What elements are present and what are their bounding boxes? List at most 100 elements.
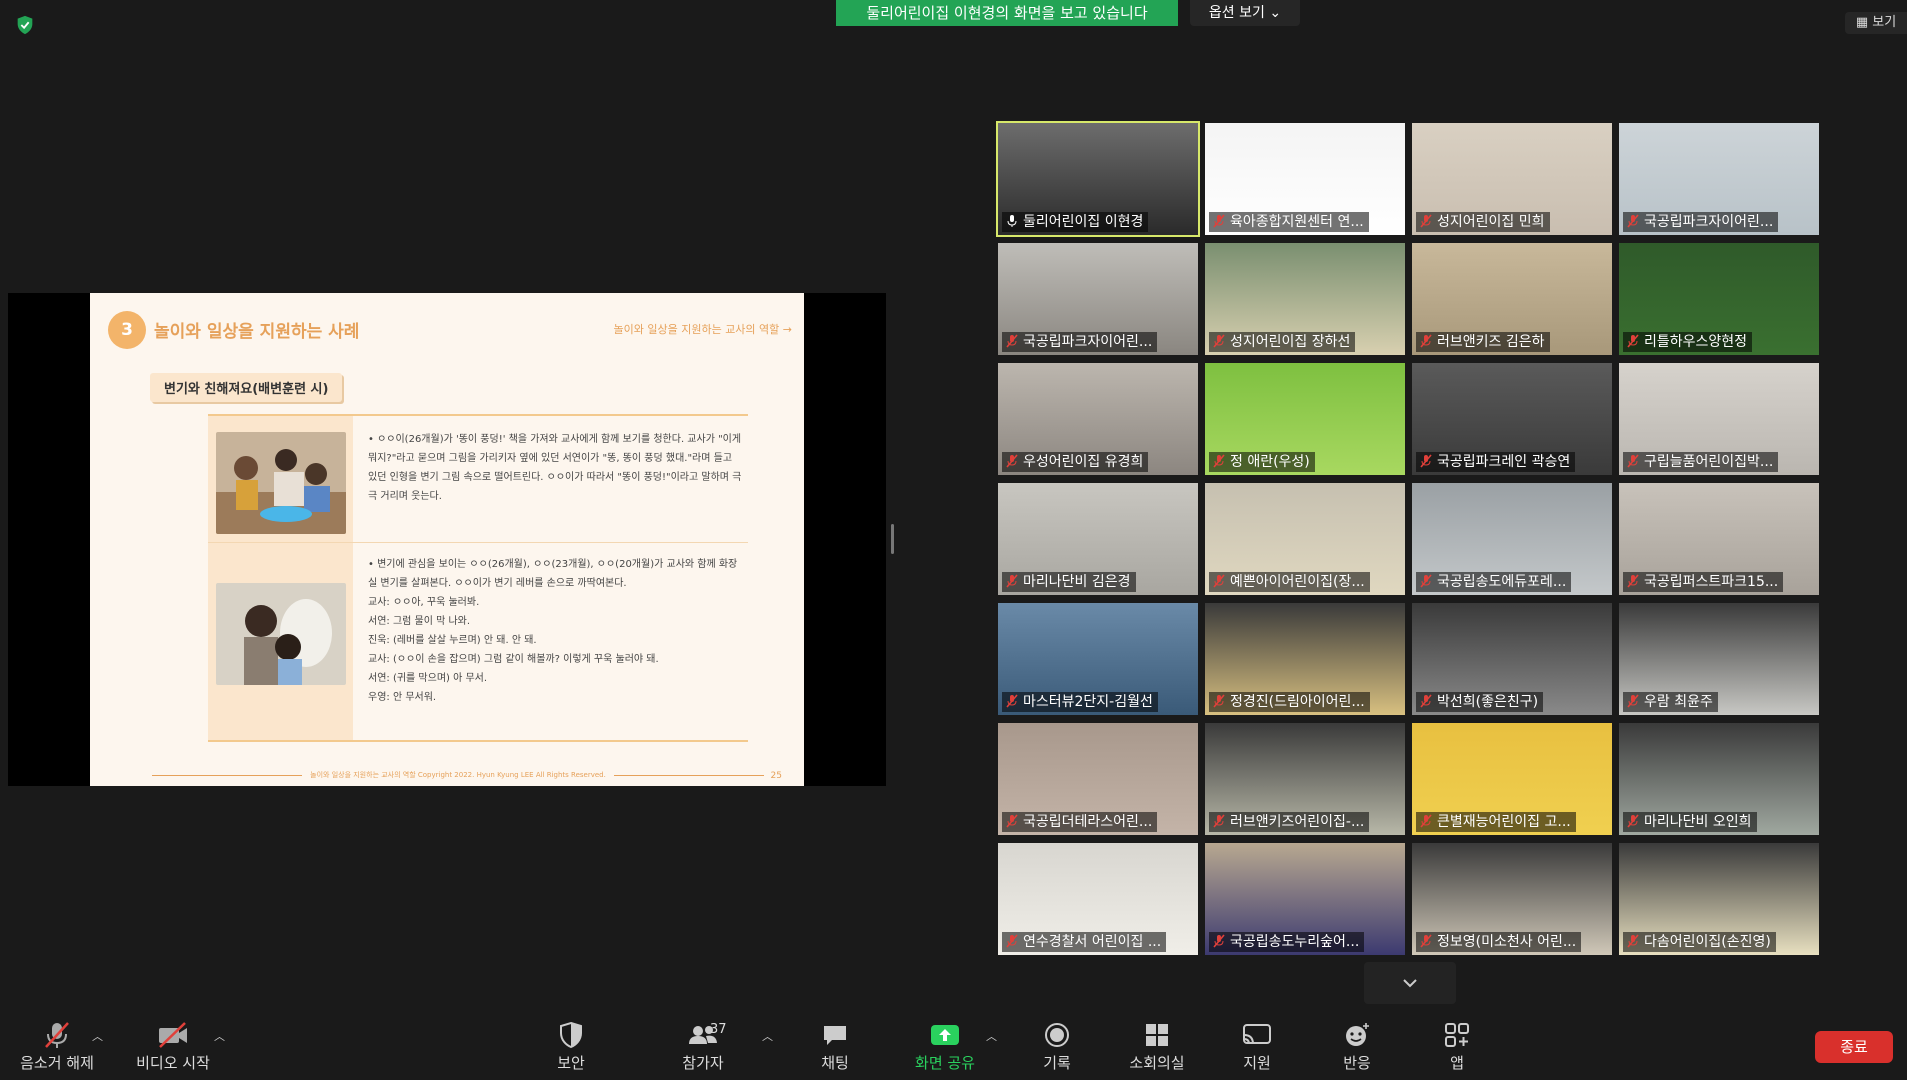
participant-name: 성지어린이집 장하선 [1209,332,1356,352]
case-line: 진욱: (레버를 살살 누르며) 안 돼. 안 돼. [368,635,537,646]
participant-tile[interactable]: 정보영(미소천사 어린... [1412,843,1612,955]
muted-mic-icon [1627,334,1639,348]
participant-tile[interactable]: 예쁜아이어린이집(장... [1205,483,1405,595]
reactions-label: 반응 [1343,1054,1371,1072]
breakout-rooms-label: 소회의실 [1129,1054,1185,1072]
start-video-button[interactable]: 비디오 시작 [128,1010,218,1080]
participant-tile[interactable]: 리틀하우스양현정 [1619,243,1819,355]
participant-name: 구립늘품어린이집박... [1623,452,1779,472]
participant-name: 국공립파크자이어린... [1623,212,1779,232]
participant-tile[interactable]: 국공립송도에듀포레... [1412,483,1612,595]
participant-name: 큰별재능어린이집 고... [1416,812,1576,832]
view-button-label: 보기 [1872,15,1897,30]
security-shield-icon[interactable] [14,14,36,36]
video-options-caret-icon[interactable]: ︿ [214,1028,225,1044]
participant-tile[interactable]: 정경진(드림아이어린... [1205,603,1405,715]
participants-label: 참가자 [682,1054,724,1072]
case-line: 교사: (ㅇㅇ이 손을 잡으며) 그럼 같이 해볼까? 이렇게 꾸욱 눌러야 돼… [368,654,659,665]
participant-name-text: 박선희(좋은친구) [1437,694,1539,710]
audio-options-caret-icon[interactable]: ︿ [92,1028,103,1044]
screen-share-banner: 둘리어린이집 이현경의 화면을 보고 있습니다 [836,0,1178,26]
reactions-button[interactable]: 반응 [1312,1010,1402,1080]
security-button[interactable]: 보안 [526,1010,616,1080]
case-table: • ㅇㅇ이(26개월)가 '똥이 풍덩!' 책을 가져와 교사에게 함께 보기를… [208,414,748,742]
participant-name: 정 애란(우성) [1209,452,1315,472]
participant-tile[interactable]: 마리나단비 오인희 [1619,723,1819,835]
view-options-button[interactable]: 옵션 보기 ⌄ [1190,0,1300,26]
participant-name-text: 마리나단비 김은경 [1023,574,1131,590]
muted-mic-icon [1213,814,1225,828]
breakout-rooms-button[interactable]: 소회의실 [1112,1010,1202,1080]
unmute-label: 음소거 해제 [20,1054,94,1072]
participant-name-text: 국공립파크자이어린... [1023,334,1153,350]
case-text-1: • ㅇㅇ이(26개월)가 '똥이 풍덩!' 책을 가져와 교사에게 함께 보기를… [368,434,742,502]
muted-mic-icon [1420,934,1432,948]
participant-tile[interactable]: 국공립파크자이어린... [1619,123,1819,235]
participant-tile[interactable]: 우람 최윤주 [1619,603,1819,715]
participant-tile[interactable]: 우성어린이집 유경희 [998,363,1198,475]
support-label: 지원 [1243,1054,1271,1072]
participant-tile[interactable]: 국공립더테라스어린... [998,723,1198,835]
share-options-caret-icon[interactable]: ︿ [986,1028,997,1044]
case-line: 교사: ㅇㅇ아, 꾸욱 눌러봐. [368,597,480,608]
participant-name: 국공립송도누리숲어... [1209,932,1365,952]
participant-tile[interactable]: 구립늘품어린이집박... [1619,363,1819,475]
participant-tile[interactable]: 큰별재능어린이집 고... [1412,723,1612,835]
participant-name-text: 러브앤키즈어린이집-... [1230,814,1365,830]
unmute-button[interactable]: 음소거 해제 [12,1010,102,1080]
record-button[interactable]: 기록 [1012,1010,1102,1080]
participant-tile[interactable]: 마스터뷰2단지-김월선 [998,603,1198,715]
participant-name-text: 성지어린이집 장하선 [1230,334,1351,350]
share-screen-label: 화면 공유 [915,1054,975,1072]
video-off-icon [159,1022,187,1048]
participant-tile[interactable]: 마리나단비 김은경 [998,483,1198,595]
participant-tile[interactable]: 성지어린이집 장하선 [1205,243,1405,355]
participant-name-text: 국공립파크레인 곽승연 [1437,454,1571,470]
split-view-resize-handle[interactable] [891,524,894,554]
cast-icon [1243,1024,1271,1045]
participant-tile[interactable]: 연수경찰서 어린이집 ... [998,843,1198,955]
participant-name: 성지어린이집 민희 [1416,212,1550,232]
participant-name: 마스터뷰2단지-김월선 [1002,692,1158,712]
case-photo-2 [216,583,346,685]
muted-mic-icon [1006,454,1018,468]
participant-tile[interactable]: 정 애란(우성) [1205,363,1405,475]
participant-name-text: 우성어린이집 유경희 [1023,454,1144,470]
participant-tile[interactable]: 국공립파크레인 곽승연 [1412,363,1612,475]
apps-label: 앱 [1450,1054,1464,1072]
slide-footer: 놀이와 일상을 지원하는 교사의 역할 Copyright 2022. Hyun… [130,770,786,780]
participant-tile[interactable]: 둘리어린이집 이현경 [996,121,1200,237]
participant-tile[interactable]: 러브앤키즈어린이집-... [1205,723,1405,835]
shared-screen[interactable]: 3 놀이와 일상을 지원하는 사례 놀이와 일상을 지원하는 교사의 역할 → … [8,293,886,786]
case-photo-1 [216,432,346,534]
participant-tile[interactable]: 성지어린이집 민희 [1412,123,1612,235]
view-button[interactable]: ▦ 보기 [1845,12,1907,34]
muted-mic-icon [1006,814,1018,828]
participant-name-text: 마스터뷰2단지-김월선 [1023,694,1153,710]
muted-mic-icon [1420,334,1432,348]
participant-tile[interactable]: 국공립송도누리숲어... [1205,843,1405,955]
gallery-scroll-down-button[interactable] [1364,962,1456,1004]
participants-caret-icon[interactable]: ︿ [762,1028,773,1044]
participants-button[interactable]: 37 참가자 [658,1010,748,1080]
end-meeting-button[interactable]: 종료 [1815,1031,1893,1063]
muted-mic-icon [1420,694,1432,708]
participant-tile[interactable]: 육아종합지원센터 연... [1205,123,1405,235]
chat-button[interactable]: 채팅 [790,1010,880,1080]
support-button[interactable]: 지원 [1212,1010,1302,1080]
muted-mic-icon [1213,214,1225,228]
breakout-rooms-icon [1146,1024,1168,1046]
participant-tile[interactable]: 박선희(좋은친구) [1412,603,1612,715]
participant-name: 정보영(미소천사 어린... [1416,932,1582,952]
participant-name-text: 국공립더테라스어린... [1023,814,1153,830]
participant-tile[interactable]: 국공립퍼스트파크15... [1619,483,1819,595]
case-text-2: • 변기에 관심을 보이는 ㅇㅇ(26개월), ㅇㅇ(23개월), ㅇㅇ(20개… [368,555,742,707]
share-screen-button[interactable]: 화면 공유 [900,1010,990,1080]
participant-name: 국공립더테라스어린... [1002,812,1158,832]
participant-tile[interactable]: 러브앤키즈 김은하 [1412,243,1612,355]
participant-tile[interactable]: 국공립파크자이어린... [998,243,1198,355]
apps-button[interactable]: 앱 [1412,1010,1502,1080]
participant-tile[interactable]: 다솜어린이집(손진영) [1619,843,1819,955]
muted-mic-icon [1213,934,1225,948]
share-screen-icon [931,1025,959,1045]
